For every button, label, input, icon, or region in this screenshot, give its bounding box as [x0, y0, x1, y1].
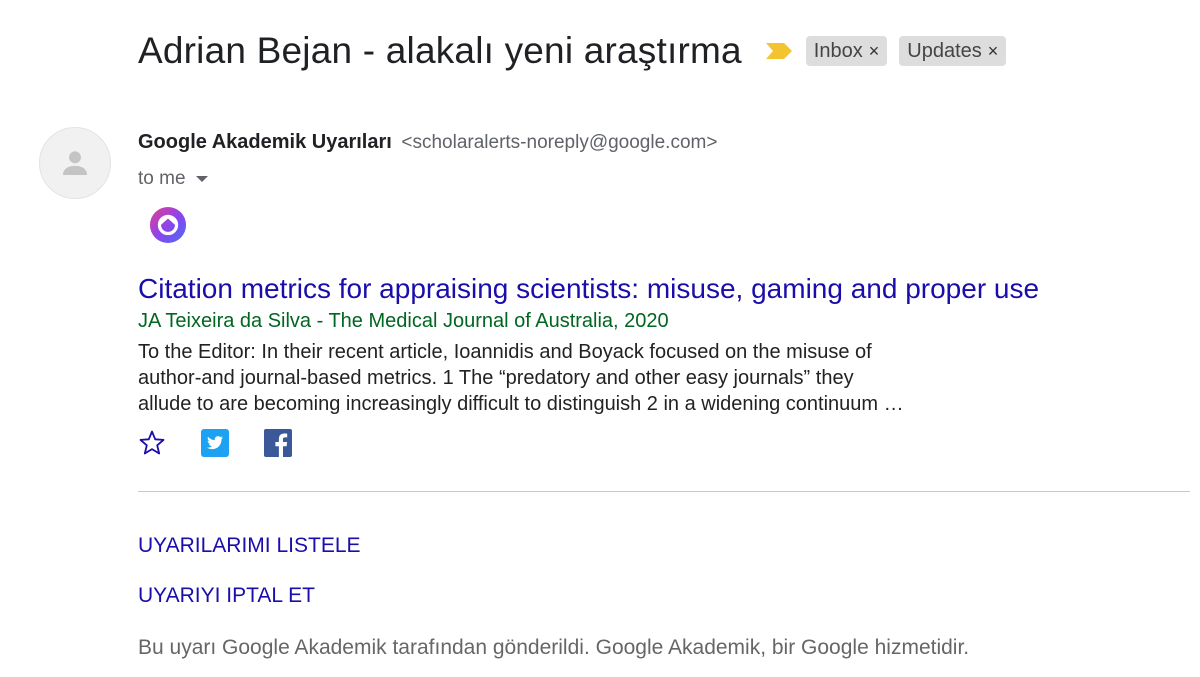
facebook-icon[interactable]	[264, 429, 292, 457]
star-icon[interactable]	[138, 429, 166, 457]
snippet-line: author-and journal-based metrics. 1 The …	[138, 367, 854, 389]
recipient-row: to me	[138, 168, 208, 190]
article-snippet: To the Editor: In their recent article, …	[138, 339, 1038, 417]
email-view: Adrian Bejan - alakalı yeni araştırma In…	[0, 0, 1200, 677]
email-subject: Adrian Bejan - alakalı yeni araştırma	[138, 30, 742, 71]
snippet-line: To the Editor: In their recent article, …	[138, 341, 872, 363]
remove-label-updates-button[interactable]: ×	[988, 41, 999, 62]
snippet-line: allude to are becoming increasingly diff…	[138, 393, 904, 415]
sender-name[interactable]: Google Akademik Uyarıları	[138, 131, 392, 153]
importance-marker-icon[interactable]	[764, 41, 794, 61]
remove-label-inbox-button[interactable]: ×	[869, 41, 880, 62]
footer-note: Bu uyarı Google Akademik tarafından gönd…	[138, 636, 970, 659]
cancel-alert-link[interactable]: UYARIYI IPTAL ET	[138, 584, 315, 608]
show-details-icon[interactable]	[195, 176, 208, 182]
label-inbox-text: Inbox	[813, 39, 863, 62]
sender-row: Google Akademik Uyarıları <scholaralerts…	[138, 131, 717, 154]
list-alerts-link[interactable]: UYARILARIMI LISTELE	[138, 534, 361, 558]
article-title-link[interactable]: Citation metrics for appraising scientis…	[138, 273, 1039, 305]
sender-avatar[interactable]	[39, 127, 111, 199]
subject-row: Adrian Bejan - alakalı yeni araştırma In…	[138, 30, 1007, 72]
sender-email: <scholaralerts-noreply@google.com>	[401, 132, 718, 153]
label-updates: Updates ×	[899, 36, 1007, 66]
recipient-label: to me	[138, 168, 186, 189]
twitter-icon[interactable]	[201, 429, 229, 457]
label-updates-text: Updates	[907, 39, 982, 62]
person-icon	[62, 151, 88, 176]
article-source: JA Teixeira da Silva - The Medical Journ…	[138, 310, 669, 332]
google-scholar-alert-logo-icon	[149, 206, 187, 244]
divider	[138, 491, 1190, 492]
label-inbox: Inbox ×	[805, 36, 888, 66]
